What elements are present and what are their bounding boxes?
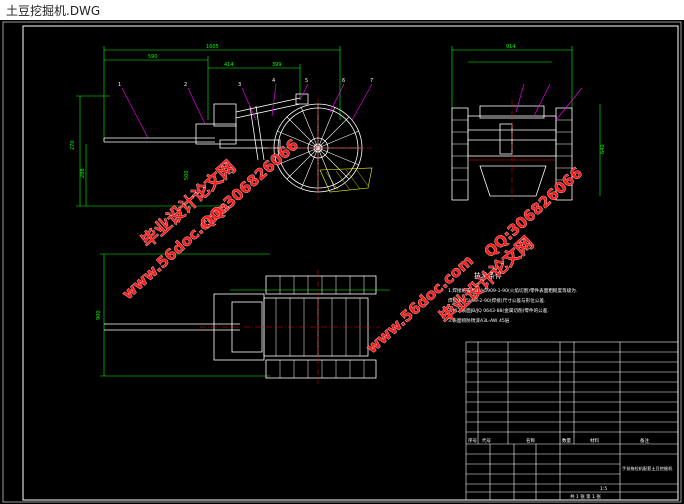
dim-399: 399: [272, 62, 282, 68]
dim-270: 270: [70, 140, 76, 150]
part-label-4: 4: [272, 78, 275, 84]
drawing-name: 手扶拖拉机配套土豆挖掘机: [622, 465, 673, 472]
part-label-2: 2: [184, 82, 187, 88]
part-label-1: 1: [118, 82, 121, 88]
part-label-5: 5: [305, 78, 308, 84]
bom-col-qty: 数量: [562, 437, 571, 444]
watermark-right: www.56doc.com QQ:306826066 毕业设计论文网: [362, 163, 586, 357]
title-block: [465, 341, 679, 501]
title-bar: 土豆挖掘机.DWG: [0, 0, 684, 20]
drawing-border: [22, 25, 679, 501]
dim-288: 288: [80, 168, 86, 178]
bom-col-code: 代号: [482, 437, 491, 444]
cad-viewer-window: 土豆挖掘机.DWG 1605 590 414 399 270 288 500 1…: [0, 0, 684, 504]
dim-900: 900: [96, 310, 102, 320]
dim-640: 640: [600, 144, 606, 154]
window-title: 土豆挖掘机.DWG: [6, 4, 101, 18]
cad-drawing: 1605 590 414 399 270 288 500 1 2 3 4 5 6…: [2, 21, 682, 503]
drawing-scale: 1:5: [600, 486, 607, 492]
dim-1605: 1605: [206, 44, 219, 50]
dim-590: 590: [148, 54, 158, 60]
drawing-sheet: 共 1 张 第 1 张: [570, 493, 601, 500]
part-label-3: 3: [238, 82, 241, 88]
dim-914: 914: [506, 44, 516, 50]
outer-border: [2, 21, 682, 503]
dim-500: 500: [184, 170, 190, 180]
drawing-canvas[interactable]: 1605 590 414 399 270 288 500 1 2 3 4 5 6…: [0, 20, 684, 504]
bom-col-remark: 备注: [640, 437, 649, 444]
part-label-7: 7: [370, 78, 373, 84]
bom-col-name: 名称: [526, 437, 535, 444]
dim-414: 414: [224, 62, 234, 68]
part-label-6: 6: [342, 78, 345, 84]
watermark-left: 毕业设计论文网 www.56doc.com QQ:306826066: [118, 135, 302, 303]
bom-col-material: 材料: [590, 437, 599, 444]
bom-col-no: 序号: [468, 437, 477, 444]
